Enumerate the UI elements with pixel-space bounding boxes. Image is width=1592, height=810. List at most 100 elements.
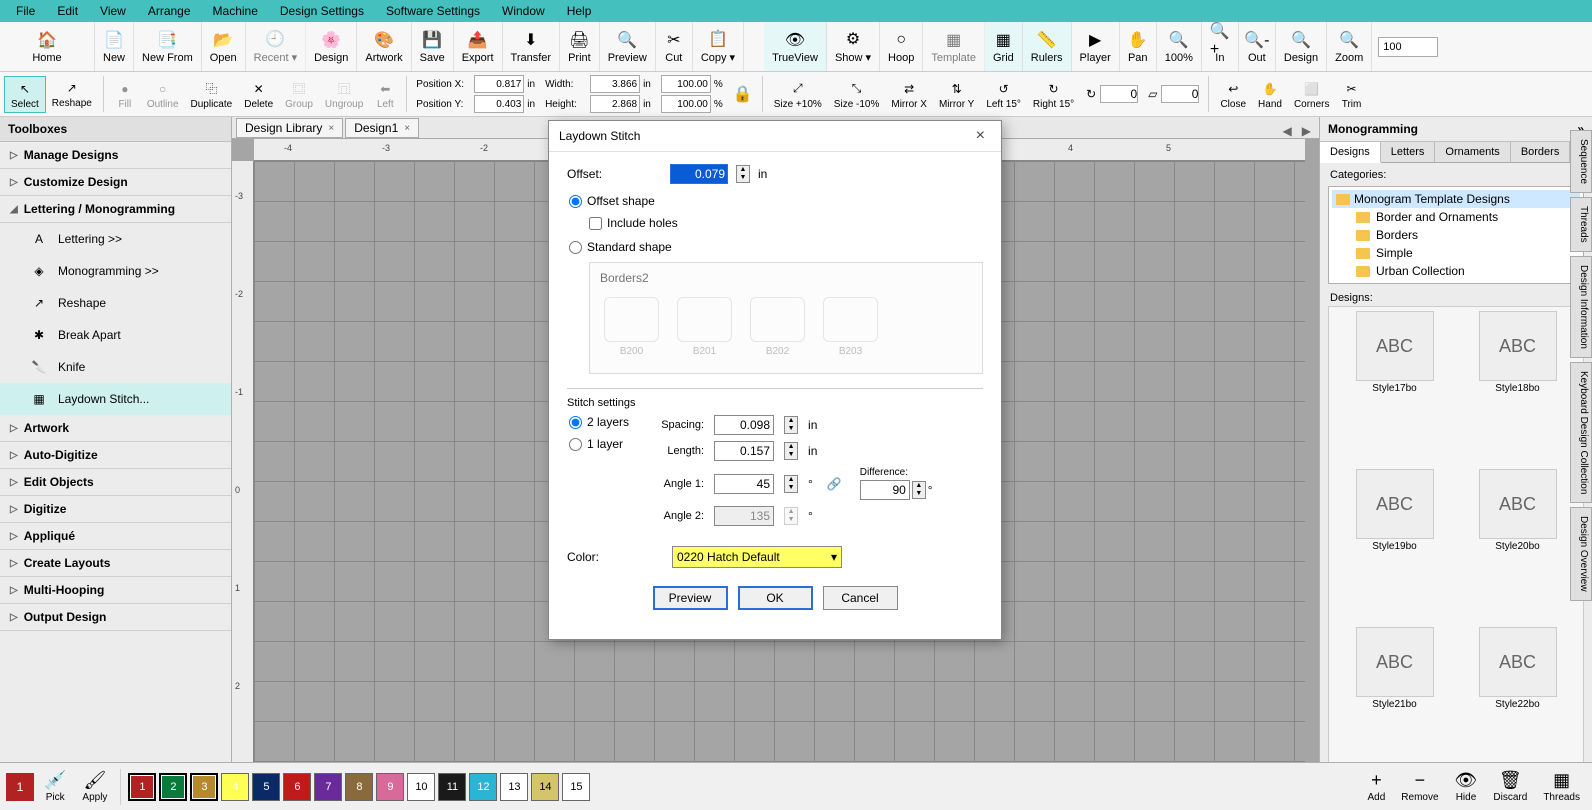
ribbon-copy[interactable]: 📋Copy ▾	[693, 22, 744, 71]
menu-window[interactable]: Window	[492, 1, 555, 21]
color-select[interactable]: 0220 Hatch Default ▾	[672, 546, 842, 568]
layers-2-radio[interactable]	[569, 416, 582, 429]
side-tab-threads[interactable]: Threads	[1570, 197, 1592, 252]
ribbon-100-[interactable]: 🔍100%	[1157, 22, 1202, 71]
difference-input[interactable]	[860, 480, 910, 500]
ribbon-cut[interactable]: ✂Cut	[656, 22, 693, 71]
design-item[interactable]: ABCStyle17bo	[1337, 311, 1452, 461]
tool-mirror-y[interactable]: ⇅Mirror Y	[933, 77, 980, 112]
tool-reshape[interactable]: ↗Reshape	[46, 76, 98, 113]
angle1-spinner[interactable]: ▲▼	[784, 475, 798, 493]
ribbon-player[interactable]: ▶Player	[1072, 22, 1120, 71]
ribbon-recent[interactable]: 🕘Recent ▾	[246, 22, 306, 71]
tab-designs[interactable]: Designs	[1320, 142, 1381, 163]
apply-color-tool[interactable]: 🖌 Apply	[76, 770, 113, 803]
toolbox-section-customize-design[interactable]: ▷Customize Design	[0, 169, 231, 196]
color-swatch-5[interactable]: 5	[252, 773, 280, 801]
close-icon[interactable]: ×	[328, 123, 334, 134]
ribbon-rulers[interactable]: 📏Rulers	[1023, 22, 1072, 71]
menu-file[interactable]: File	[6, 1, 45, 21]
ribbon-export[interactable]: 📤Export	[454, 22, 503, 71]
category-root[interactable]: Monogram Template Designs	[1332, 190, 1580, 208]
color-swatch-1[interactable]: 1	[128, 773, 156, 801]
tool-fill[interactable]: ●Fill	[109, 77, 141, 112]
color-swatch-2[interactable]: 2	[159, 773, 187, 801]
palette-add[interactable]: +Add	[1362, 770, 1392, 803]
toolbox-section-digitize[interactable]: ▷Digitize	[0, 496, 231, 523]
offset-input[interactable]	[670, 164, 728, 184]
tool-mirror-x[interactable]: ⇄Mirror X	[885, 77, 933, 112]
scale-h-input[interactable]	[661, 95, 711, 113]
category-item[interactable]: Border and Ornaments	[1332, 208, 1580, 226]
spacing-spinner[interactable]: ▲▼	[784, 416, 798, 434]
angle1-input[interactable]	[714, 474, 774, 494]
ribbon-trueview[interactable]: 👁TrueView	[764, 22, 827, 71]
toolbox-section-multi-hooping[interactable]: ▷Multi-Hooping	[0, 577, 231, 604]
toolbox-section-auto-digitize[interactable]: ▷Auto-Digitize	[0, 442, 231, 469]
tool-size--10-[interactable]: ⤡Size -10%	[828, 77, 886, 112]
color-swatch-8[interactable]: 8	[345, 773, 373, 801]
ok-button[interactable]: OK	[738, 586, 813, 610]
length-spinner[interactable]: ▲▼	[784, 442, 798, 460]
toolbox-section-create-layouts[interactable]: ▷Create Layouts	[0, 550, 231, 577]
ribbon-design[interactable]: 🌸Design	[306, 22, 357, 71]
ribbon-grid[interactable]: ▦Grid	[985, 22, 1023, 71]
tool-select[interactable]: ↖Select	[4, 76, 46, 113]
color-swatch-15[interactable]: 15	[562, 773, 590, 801]
offset-shape-radio[interactable]	[569, 195, 582, 208]
category-item[interactable]: Borders	[1332, 226, 1580, 244]
link-icon[interactable]: 🔗	[823, 477, 846, 491]
position-x-input[interactable]	[474, 75, 524, 93]
ribbon-in[interactable]: 🔍+In	[1202, 22, 1239, 71]
tab-borders[interactable]: Borders	[1511, 142, 1571, 162]
rotate-input[interactable]	[1100, 85, 1138, 103]
palette-threads[interactable]: ▦Threads	[1537, 770, 1586, 803]
side-tab-keyboard-design-collection[interactable]: Keyboard Design Collection	[1570, 362, 1592, 503]
design-item[interactable]: ABCStyle20bo	[1460, 469, 1575, 619]
tool-trim[interactable]: ✂Trim	[1336, 77, 1368, 112]
tool-outline[interactable]: ○Outline	[141, 77, 185, 112]
cancel-button[interactable]: Cancel	[823, 586, 898, 610]
toolbox-item-laydown-stitch-[interactable]: ▦Laydown Stitch...	[0, 383, 231, 415]
toolbox-section-output-design[interactable]: ▷Output Design	[0, 604, 231, 631]
pick-color-tool[interactable]: 💉 Pick	[38, 770, 72, 803]
ribbon-save[interactable]: 💾Save	[412, 22, 454, 71]
spacing-input[interactable]	[714, 415, 774, 435]
tab-letters[interactable]: Letters	[1381, 142, 1436, 162]
toolbox-section-lettering-monogramming[interactable]: ◢Lettering / Monogramming	[0, 196, 231, 223]
toolbox-section-appliqué[interactable]: ▷Appliqué	[0, 523, 231, 550]
ribbon-print[interactable]: 🖨Print	[560, 22, 600, 71]
difference-spinner[interactable]: ▲▼	[912, 481, 926, 499]
ribbon-zoom[interactable]: 🔍Zoom	[1327, 22, 1372, 71]
tool-corners[interactable]: ⬜Corners	[1288, 77, 1336, 112]
skew-input[interactable]	[1161, 85, 1199, 103]
color-swatch-13[interactable]: 13	[500, 773, 528, 801]
color-swatch-9[interactable]: 9	[376, 773, 404, 801]
category-item[interactable]: Simple	[1332, 244, 1580, 262]
tab-scroll-left-icon[interactable]: ◀	[1279, 124, 1296, 138]
tab-scroll-right-icon[interactable]: ▶	[1298, 124, 1315, 138]
ribbon-hoop[interactable]: ○Hoop	[880, 22, 923, 71]
color-swatch-11[interactable]: 11	[438, 773, 466, 801]
zoom-input[interactable]	[1378, 37, 1438, 57]
design-item[interactable]: ABCStyle22bo	[1460, 627, 1575, 777]
ribbon-new[interactable]: 📄New	[95, 22, 134, 71]
toolbox-item-lettering-[interactable]: ALettering >>	[0, 223, 231, 255]
ribbon-preview[interactable]: 🔍Preview	[600, 22, 656, 71]
menu-design-settings[interactable]: Design Settings	[270, 1, 374, 21]
menu-edit[interactable]: Edit	[47, 1, 88, 21]
lock-aspect-icon[interactable]: 🔒	[729, 84, 757, 104]
tool-right-15-[interactable]: ↻Right 15°	[1027, 77, 1080, 112]
design-item[interactable]: ABCStyle19bo	[1337, 469, 1452, 619]
offset-spinner[interactable]: ▲▼	[736, 165, 750, 183]
tool-size-10-[interactable]: ⤢Size +10%	[768, 77, 828, 112]
ribbon-home[interactable]: 🏠 Home	[0, 22, 95, 71]
category-item[interactable]: Urban Collection	[1332, 262, 1580, 280]
menu-software-settings[interactable]: Software Settings	[376, 1, 490, 21]
ribbon-open[interactable]: 📂Open	[202, 22, 246, 71]
toolbox-item-monogramming-[interactable]: ◈Monogramming >>	[0, 255, 231, 287]
color-swatch-12[interactable]: 12	[469, 773, 497, 801]
position-y-input[interactable]	[474, 95, 524, 113]
color-swatch-4[interactable]: 4	[221, 773, 249, 801]
tool-delete[interactable]: ✕Delete	[238, 77, 279, 112]
